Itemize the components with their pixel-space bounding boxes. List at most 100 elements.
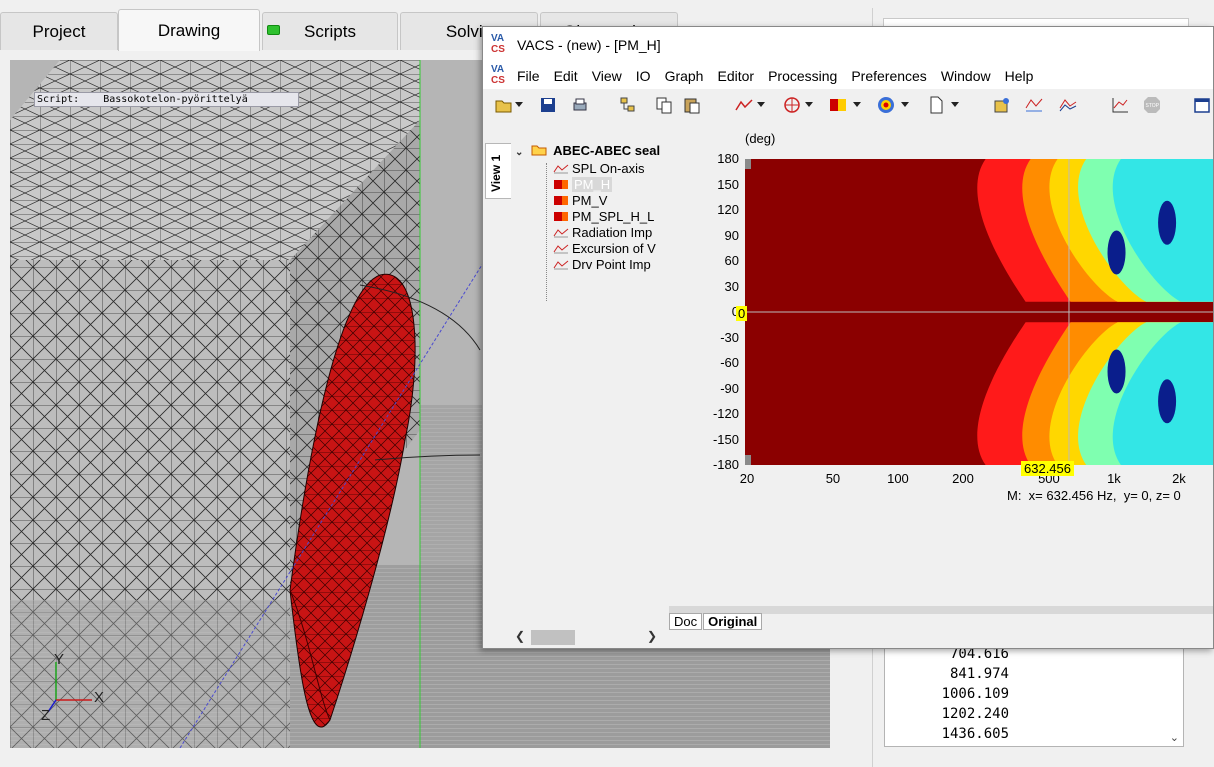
contour-map-icon — [554, 212, 568, 221]
y-tick-label: -60 — [720, 355, 739, 370]
open-dropdown-icon[interactable] — [515, 102, 523, 107]
status-strip — [0, 752, 870, 767]
print-icon[interactable] — [571, 96, 589, 114]
contour-map-icon — [554, 196, 568, 205]
cursor-y-value: 0 — [736, 306, 748, 321]
tree-item[interactable]: Drv Point Imp — [553, 257, 661, 273]
tree-item[interactable]: PM_SPL_H_L — [553, 209, 661, 225]
multi-graph-icon[interactable] — [1059, 96, 1077, 114]
script-name-label: Script: Bassokotelon-pyörittelyä — [34, 92, 299, 107]
menu-window[interactable]: Window — [941, 68, 991, 84]
line-graph-icon — [553, 260, 569, 270]
menu-bar: VA CS File Edit View IO Graph Editor Pro… — [483, 63, 1213, 89]
tab-drawing[interactable]: Drawing — [118, 9, 260, 51]
paste-icon[interactable] — [683, 96, 701, 114]
contour-core — [1158, 200, 1177, 245]
window-title: VACS - (new) - [PM_H] — [517, 37, 661, 53]
list-item[interactable]: 1436.605 — [885, 724, 1009, 744]
new-document-icon[interactable] — [927, 96, 945, 114]
svg-text:STOP: STOP — [1146, 103, 1160, 109]
scrollbar-thumb[interactable] — [531, 630, 575, 645]
vacs-logo-icon: VA CS — [491, 34, 511, 56]
tree-item-label: PM_SPL_H_L — [572, 209, 655, 224]
menu-processing[interactable]: Processing — [768, 68, 837, 84]
title-bar[interactable]: VA CS VACS - (new) - [PM_H] — [483, 27, 1213, 63]
tab-doc[interactable]: Doc — [669, 613, 703, 630]
tab-project[interactable]: Project — [0, 12, 118, 50]
script-run-icon[interactable] — [993, 96, 1011, 114]
tree-item[interactable]: PM_V — [553, 193, 661, 209]
scroll-left-icon[interactable]: ❮ — [515, 629, 525, 643]
frequency-list[interactable]: 704.616 841.974 1006.109 1202.240 1436.6… — [884, 643, 1184, 747]
menu-edit[interactable]: Edit — [554, 68, 578, 84]
tree-item[interactable]: Excursion of V — [553, 241, 661, 257]
y-tick-label: 180 — [717, 151, 739, 166]
tree-icon[interactable] — [619, 96, 637, 114]
tree-item-label: Drv Point Imp — [572, 257, 651, 272]
axis-z-label: Z — [41, 707, 50, 724]
tab-view-1[interactable]: View 1 — [485, 143, 511, 199]
polar-dropdown-icon[interactable] — [805, 102, 813, 107]
chevron-down-icon[interactable]: ⌄ — [515, 147, 523, 158]
tree-root-label: ABEC-ABEC seal — [553, 143, 661, 158]
y-tick-label: 120 — [717, 202, 739, 217]
tree-root[interactable]: ⌄ ABEC-ABEC seal — [515, 143, 660, 158]
vacs-menu-logo-icon[interactable]: VA CS — [491, 65, 511, 87]
document-tree: ⌄ ABEC-ABEC seal SPL On-axis PM_H PM_V PM_S… — [511, 139, 663, 627]
list-item[interactable]: 841.974 — [885, 664, 1009, 684]
axis-y-label: Y — [54, 651, 64, 668]
tree-item[interactable]: PM_H — [553, 177, 661, 193]
copy-icon[interactable] — [655, 96, 673, 114]
chevron-down-icon[interactable]: ⌄ — [1170, 731, 1179, 744]
y-tick-label: 90 — [724, 227, 739, 243]
line-graph-icon — [553, 228, 569, 238]
line-graph-dropdown-icon[interactable] — [757, 102, 765, 107]
open-folder-icon[interactable] — [495, 96, 513, 114]
calendar-icon[interactable] — [1193, 96, 1211, 114]
menu-help[interactable]: Help — [1005, 68, 1034, 84]
list-item[interactable]: 1006.109 — [885, 684, 1009, 704]
tree-item-label: Excursion of V — [572, 241, 656, 256]
x-tick-label: 20 — [739, 471, 755, 486]
balloon-plot-icon[interactable] — [877, 96, 895, 114]
menu-editor[interactable]: Editor — [717, 68, 754, 84]
folder-icon — [531, 145, 547, 156]
menu-file[interactable]: File — [517, 68, 540, 84]
scroll-right-icon[interactable]: ❯ — [647, 629, 657, 643]
y-tick-label: -150 — [712, 431, 739, 447]
toolbar: STOP — [483, 89, 1213, 121]
tab-original[interactable]: Original — [703, 613, 763, 630]
logo-bottom: CS — [491, 75, 505, 86]
y-axis-unit: (deg) — [745, 131, 776, 146]
menu-io[interactable]: IO — [636, 68, 651, 84]
polar-map-heatmap[interactable] — [745, 159, 1213, 465]
polar-plot-icon[interactable] — [783, 96, 801, 114]
menu-preferences[interactable]: Preferences — [851, 68, 926, 84]
y-tick-label: 30 — [724, 278, 739, 294]
tree-horizontal-scrollbar[interactable]: ❮ ❯ — [511, 627, 663, 647]
y-tick-label: 0 — [693, 304, 739, 319]
vacs-window: VA CS VACS - (new) - [PM_H] VA CS File E… — [482, 26, 1214, 649]
menu-graph[interactable]: Graph — [665, 68, 704, 84]
menu-view[interactable]: View — [592, 68, 622, 84]
process-graph-icon[interactable] — [1111, 96, 1129, 114]
line-graph-icon[interactable] — [735, 96, 753, 114]
balloon-dropdown-icon[interactable] — [901, 102, 909, 107]
y-tick-label: 150 — [717, 176, 739, 192]
y-tick-label: -90 — [720, 380, 739, 396]
tab-scripts[interactable]: Scripts — [262, 12, 398, 50]
bottom-tabs: Doc Original — [669, 613, 763, 631]
contour-dropdown-icon[interactable] — [853, 102, 861, 107]
logo-bottom: CS — [491, 44, 505, 55]
yxy-graph-icon[interactable] — [1025, 96, 1043, 114]
tab-view-1-label: View 1 — [489, 154, 503, 192]
tree-item[interactable]: SPL On-axis — [553, 161, 661, 177]
list-item[interactable]: 1202.240 — [885, 704, 1009, 724]
save-icon[interactable] — [539, 96, 557, 114]
stop-icon[interactable]: STOP — [1143, 96, 1161, 114]
contour-map-icon[interactable] — [829, 96, 847, 114]
tree-item[interactable]: Radiation Imp — [553, 225, 661, 241]
document-dropdown-icon[interactable] — [951, 102, 959, 107]
axis-end-marker — [745, 159, 751, 169]
tree-item-label: Radiation Imp — [572, 225, 653, 240]
